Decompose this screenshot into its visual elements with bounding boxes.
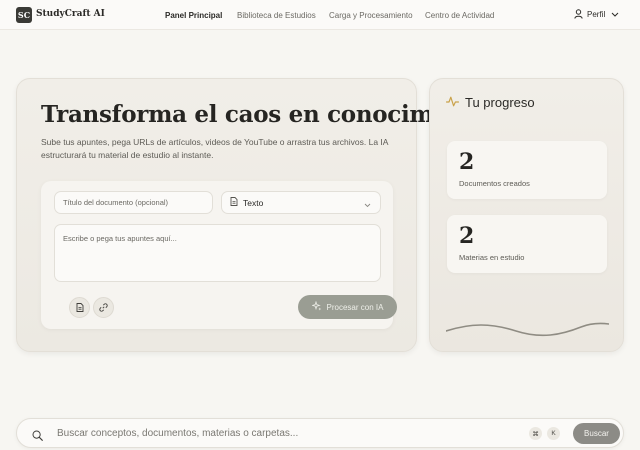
shortcut-key-k: K: [547, 427, 560, 440]
content-type-select[interactable]: Texto: [221, 191, 381, 214]
stat-label: Documentos creados: [459, 179, 530, 188]
app-name[interactable]: StudyCraft AI: [36, 9, 105, 19]
stat-documents-created: 2 Documentos creados: [447, 141, 607, 199]
progress-header: Tu progreso: [445, 95, 535, 110]
profile-menu[interactable]: Perfil: [574, 9, 619, 19]
upload-card: Transforma el caos en conocimiento Sube …: [16, 78, 498, 352]
nav-centro-de-actividad[interactable]: Centro de Actividad: [425, 11, 494, 20]
progress-card: Tu progreso 2 Documentos creados 2 Mater…: [429, 78, 624, 352]
profile-label: Perfil: [587, 9, 606, 19]
attach-file-button[interactable]: [69, 297, 90, 318]
user-icon: [574, 9, 583, 19]
add-link-button[interactable]: [93, 297, 114, 318]
nav-panel-principal[interactable]: Panel Principal: [165, 11, 222, 20]
stat-label: Materias en estudio: [459, 253, 525, 262]
stat-subjects-in-study: 2 Materias en estudio: [447, 215, 607, 273]
decorative-wave: [446, 322, 609, 337]
stat-value: 2: [459, 149, 475, 175]
link-icon: [99, 299, 108, 317]
search-icon: [32, 428, 43, 446]
process-button-label: Procesar con IA: [326, 302, 384, 312]
nav-carga-y-procesamiento[interactable]: Carga y Procesamiento: [329, 11, 413, 20]
process-with-ai-button[interactable]: Procesar con IA: [298, 295, 397, 319]
shortcut-key-cmd: ⌘: [529, 427, 542, 440]
sparkles-icon: [310, 300, 322, 313]
stat-value: 2: [459, 223, 475, 249]
global-search-bar[interactable]: Buscar conceptos, documentos, materias o…: [16, 418, 624, 448]
notes-textarea[interactable]: Escribe o pega tus apuntes aquí...: [54, 224, 381, 282]
document-icon: [230, 197, 238, 208]
hero-description: Sube tus apuntes, pega URLs de artículos…: [41, 137, 388, 160]
progress-title: Tu progreso: [465, 95, 535, 110]
file-icon: [76, 299, 84, 317]
document-title-input[interactable]: Título del documento (opcional): [54, 191, 213, 214]
chevron-down-icon: [611, 12, 619, 17]
content-type-value: Texto: [243, 197, 264, 208]
logo-badge[interactable]: SC: [16, 7, 32, 23]
search-button[interactable]: Buscar: [573, 423, 620, 444]
document-title-placeholder: Título del documento (opcional): [63, 198, 169, 207]
activity-icon: [445, 95, 460, 110]
chevron-down-icon: [364, 200, 371, 210]
upload-form: Título del documento (opcional) Texto Es…: [41, 181, 397, 329]
top-navigation-bar: SC StudyCraft AI Panel Principal Bibliot…: [0, 0, 640, 30]
nav-biblioteca-de-estudios[interactable]: Biblioteca de Estudios: [237, 11, 316, 20]
notes-placeholder: Escribe o pega tus apuntes aquí...: [63, 234, 177, 243]
search-input[interactable]: Buscar conceptos, documentos, materias o…: [57, 428, 298, 439]
